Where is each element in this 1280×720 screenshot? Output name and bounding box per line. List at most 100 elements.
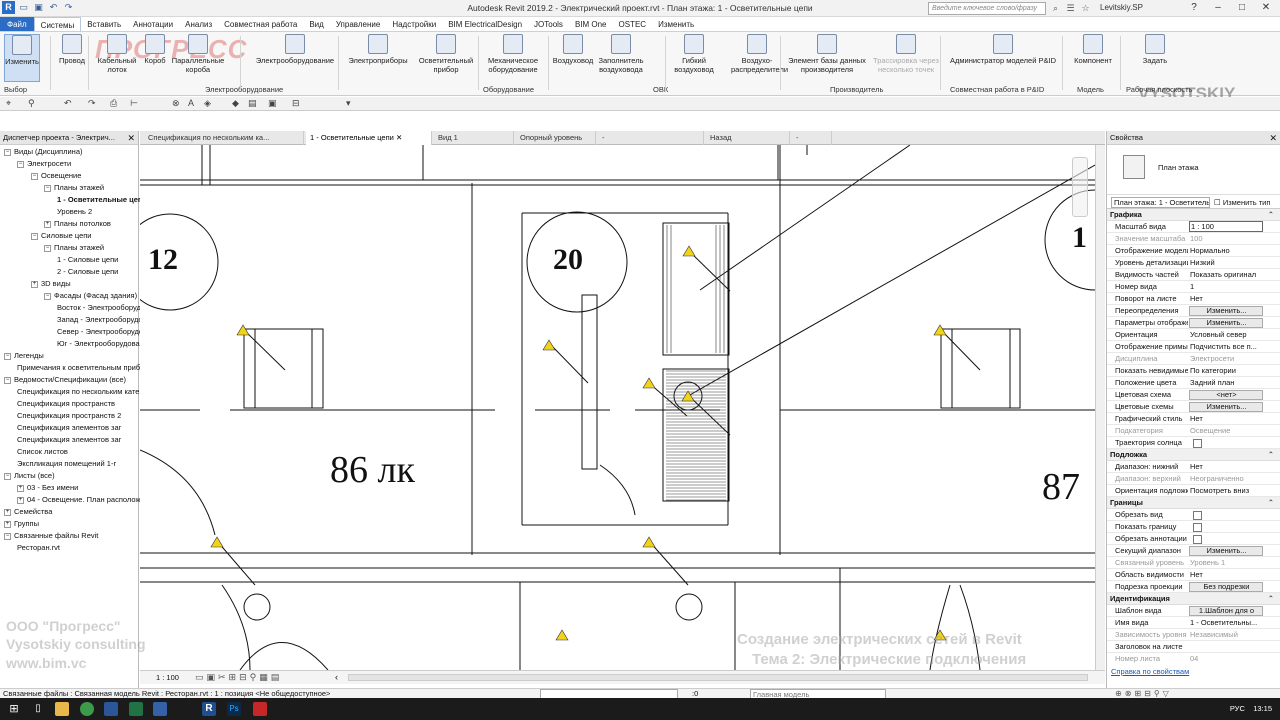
property-row[interactable]: Заголовок на листе (1107, 641, 1280, 653)
search-input[interactable]: Введите ключевое слово/фразу (928, 2, 1046, 15)
ribbon-panel-label[interactable]: Выбор (4, 85, 27, 94)
type-selector[interactable]: План этажа: 1 - Осветительные (1111, 197, 1210, 208)
ribbon-panel-label[interactable]: Совместная работа в P&ID (950, 85, 1044, 94)
ribbon-button[interactable]: Параллельные короба (170, 34, 226, 74)
property-row[interactable]: Траектория солнца (1107, 437, 1280, 449)
tree-toggle-icon[interactable]: − (44, 244, 51, 252)
view-tab[interactable]: - (792, 131, 832, 145)
menu-tab[interactable]: BIM ElectricalDesign (442, 17, 528, 31)
property-row[interactable]: Ориентация подложки Посмотреть вниз (1107, 485, 1280, 497)
tree-node[interactable]: − Легенды (4, 350, 44, 361)
property-value[interactable]: 1 : 100 (1189, 221, 1263, 232)
navigation-bar[interactable] (1072, 157, 1088, 217)
clock[interactable]: 13:15 (1253, 704, 1272, 713)
tree-toggle-icon[interactable]: − (17, 160, 24, 168)
property-edit-button[interactable]: 1.Шаблон для о (1189, 606, 1263, 616)
star-icon[interactable]: ☆ (1080, 1, 1091, 15)
tree-toggle-icon[interactable]: − (4, 532, 11, 540)
properties-help-link[interactable]: Справка по свойствам (1111, 667, 1189, 676)
close-icon[interactable]: ✕ (1254, 0, 1278, 16)
ribbon-panel-label[interactable]: Электрооборудование (205, 85, 283, 94)
property-value[interactable]: Нормально (1189, 245, 1263, 257)
property-row[interactable]: Видимость частей Показать оригинал (1107, 269, 1280, 281)
tree-node[interactable]: Спецификация пространств (17, 398, 115, 409)
tree-node[interactable]: Примечания к осветительным приборам (17, 362, 158, 373)
tree-toggle-icon[interactable]: − (4, 148, 11, 156)
tree-toggle-icon[interactable]: − (31, 232, 38, 240)
pin-icon[interactable]: ⚲ (28, 98, 35, 109)
excel-icon[interactable] (129, 702, 143, 716)
view-tab[interactable]: Опорный уровень (516, 131, 596, 145)
tree-toggle-icon[interactable]: + (31, 280, 38, 288)
property-row[interactable]: Масштаб вида 1 : 100 (1107, 221, 1280, 233)
property-row[interactable]: Обрезать вид (1107, 509, 1280, 521)
property-value[interactable]: Посмотреть вниз (1189, 485, 1263, 497)
view-controls-icons[interactable]: ▭▣✂⊞⊟⚲▦▤ (195, 672, 282, 683)
ribbon-button[interactable]: Воздуховод (552, 34, 594, 65)
property-value[interactable]: Нет (1189, 293, 1263, 305)
windows-start-icon[interactable]: ⊞ (7, 702, 21, 716)
property-row[interactable]: Поворот на листе Нет (1107, 293, 1280, 305)
text-icon[interactable]: A (188, 98, 194, 108)
property-row[interactable]: Диапазон: верхний Неограниченно (1107, 473, 1280, 485)
ribbon-panel-label[interactable]: Рабочая плоскость (1126, 85, 1193, 94)
property-value[interactable]: Нет (1189, 461, 1263, 473)
selection-icon[interactable]: ⌖ (6, 98, 11, 109)
property-value[interactable]: Низкий (1189, 257, 1263, 269)
menu-tab[interactable]: Аннотации (127, 17, 179, 31)
word-icon[interactable] (104, 702, 118, 716)
scroll-left-icon[interactable]: ‹ (335, 672, 338, 682)
tree-node[interactable]: − Силовые цепи (31, 230, 92, 241)
ribbon-button[interactable]: Механическое оборудование (484, 34, 542, 74)
undo-icon[interactable]: ↶ (64, 98, 72, 109)
user-name[interactable]: Levitskiy.SP (1100, 3, 1143, 12)
view-scale[interactable]: 1 : 100 (156, 673, 179, 682)
thin-lines-icon[interactable]: ▤ (248, 98, 257, 109)
property-row[interactable]: Отображение модели Нормально (1107, 245, 1280, 257)
property-edit-button[interactable]: Без подрезки (1189, 582, 1263, 592)
tree-toggle-icon[interactable]: − (4, 472, 11, 480)
properties-section-header[interactable]: Графика (1107, 209, 1280, 221)
tree-node[interactable]: Юг - Электрооборудование (57, 338, 152, 349)
tree-node[interactable]: Спецификация пространств 2 (17, 410, 121, 421)
property-value[interactable]: 1 - Осветительны... (1189, 617, 1263, 629)
view-tab[interactable]: - (598, 131, 704, 145)
property-value[interactable]: Подчистить все п... (1189, 341, 1263, 353)
tree-node[interactable]: + Группы (4, 518, 39, 529)
tree-toggle-icon[interactable]: − (44, 292, 51, 300)
tree-node[interactable]: − Виды (Дисциплина) (4, 146, 82, 157)
subscription-icon[interactable]: ☰ (1065, 1, 1076, 15)
property-value[interactable]: По категории (1189, 365, 1263, 377)
vertical-scrollbar[interactable] (1095, 145, 1105, 670)
3d-view-icon[interactable]: ◈ (204, 98, 211, 109)
property-edit-button[interactable]: Изменить... (1189, 546, 1263, 556)
drawing-canvas[interactable]: 12 20 1 87 86 лк Создание электрических … (140, 145, 1095, 670)
view-tab[interactable]: Вид 1 (434, 131, 514, 145)
property-row[interactable]: Отображение примыканийПодчистить все п..… (1107, 341, 1280, 353)
ribbon-button[interactable]: Воздухо- распределители (731, 34, 788, 74)
app-icon[interactable] (153, 702, 167, 716)
tree-toggle-icon[interactable]: − (31, 172, 38, 180)
redo-icon[interactable]: ↷ (88, 98, 96, 109)
property-row[interactable]: Номер листа 04 (1107, 653, 1280, 664)
property-row[interactable]: Положение цвета Задний план (1107, 377, 1280, 389)
menu-tab[interactable]: Управление (330, 17, 386, 31)
property-row[interactable]: Дисциплина Электросети (1107, 353, 1280, 365)
property-row[interactable]: Переопределения Изменить... (1107, 305, 1280, 317)
ribbon-panel-label[interactable]: Производитель (830, 85, 883, 94)
property-checkbox[interactable] (1189, 509, 1263, 521)
ribbon-panel-label[interactable]: Модель (1077, 85, 1104, 94)
menu-tab[interactable]: OSTEC (613, 17, 653, 31)
tree-node[interactable]: − Ведомости/Спецификации (все) (4, 374, 126, 385)
property-edit-button[interactable]: Изменить... (1189, 318, 1263, 328)
close-windows-icon[interactable]: ▣ (268, 98, 277, 109)
property-value[interactable]: Условный север (1189, 329, 1263, 341)
ribbon-button[interactable]: Задать (1138, 34, 1172, 65)
close-tab-icon[interactable]: ✕ (394, 133, 402, 142)
customize-qat-icon[interactable]: ▾ (346, 98, 351, 109)
ribbon-button[interactable]: Провод (54, 34, 90, 65)
property-row[interactable]: Зависимость уровня Независимый (1107, 629, 1280, 641)
tree-toggle-icon[interactable]: + (4, 508, 11, 516)
property-edit-button[interactable]: <нет> (1189, 390, 1263, 400)
tree-toggle-icon[interactable]: + (17, 496, 24, 504)
